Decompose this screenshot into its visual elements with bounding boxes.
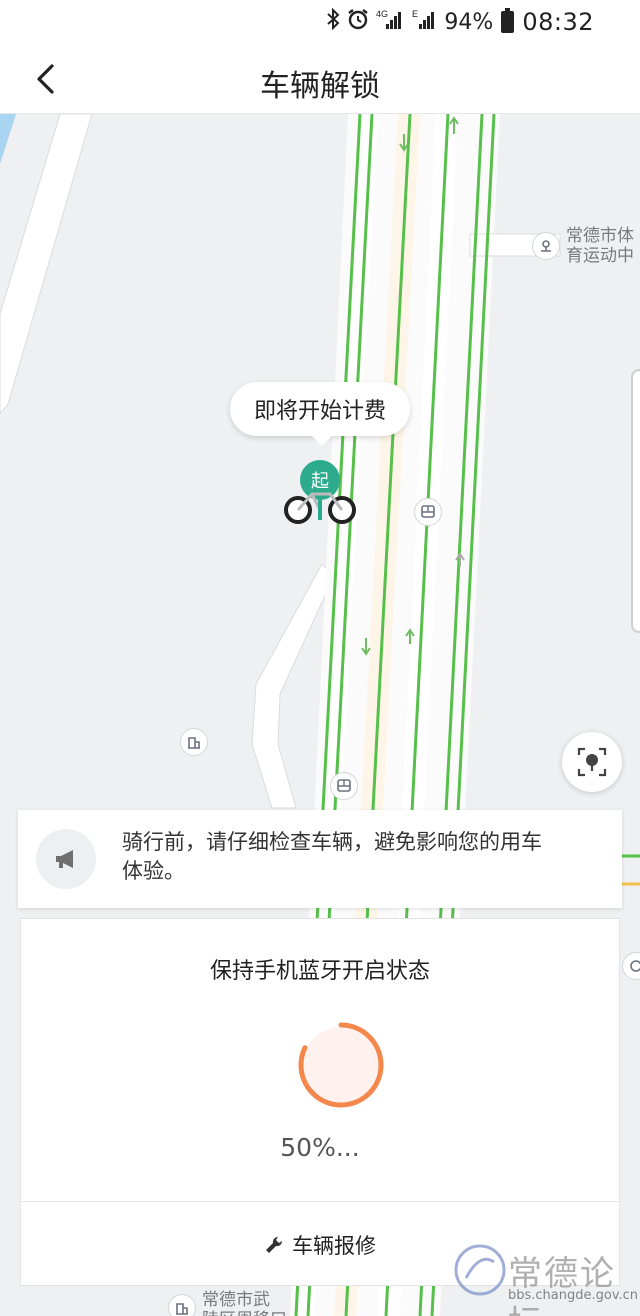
poi-label-sports-center: 常德市体 育运动中 (566, 226, 634, 266)
building-icon (188, 737, 200, 749)
billing-bubble: 即将开始计费 (230, 382, 410, 446)
svg-text:E: E (412, 9, 418, 19)
watermark-url: bbs.changde.gov.cn (508, 1288, 639, 1303)
sports-icon (630, 960, 640, 972)
progress-ring (298, 1022, 384, 1108)
bluetooth-icon (326, 7, 340, 36)
nav-bar: 车辆解锁 (0, 44, 640, 114)
bus-icon (337, 779, 351, 792)
poi-sports-icon[interactable] (532, 232, 560, 260)
bus-stop-icon-2[interactable] (330, 772, 358, 800)
watermark-title: 常德论坛 (508, 1254, 616, 1316)
status-bar: 4G E 94% 08:32 (0, 0, 640, 44)
bus-icon (421, 505, 435, 518)
sports-icon (541, 240, 551, 252)
status-time: 08:32 (522, 8, 594, 36)
battery-percent: 94% (444, 9, 494, 35)
poi-label-wuling: 常德市武 陵区周移口 (202, 1290, 287, 1316)
building-icon (176, 1303, 188, 1315)
notice-card: 骑行前，请仔细检查车辆，避免影响您的用车体验。 (18, 810, 622, 908)
signal-icon: 4G (376, 8, 406, 36)
bike-icon[interactable] (282, 480, 358, 524)
svg-text:4G: 4G (376, 9, 388, 19)
forum-logo-icon (454, 1244, 506, 1296)
alarm-icon (346, 7, 370, 37)
repair-label: 车辆报修 (292, 1233, 376, 1258)
unlock-title: 保持手机蓝牙开启状态 (209, 959, 430, 984)
building-poi-icon[interactable] (180, 728, 208, 756)
poi-wuling-icon[interactable] (168, 1294, 196, 1316)
battery-icon (501, 8, 515, 33)
watermark: 常德论坛 bbs.changde.gov.cn (452, 1234, 638, 1316)
side-panel-handle[interactable] (631, 369, 640, 633)
unlock-card: 保持手机蓝牙开启状态 50%... 车辆报修 (20, 918, 620, 1286)
page-title: 车辆解锁 (260, 69, 380, 104)
bus-stop-icon[interactable] (414, 498, 442, 526)
signal-secondary-icon: E (412, 8, 438, 36)
notice-text: 骑行前，请仔细检查车辆，避免影响您的用车体验。 (122, 830, 542, 883)
progress-text: 50%... (280, 1133, 360, 1162)
locate-button[interactable] (562, 732, 622, 792)
megaphone-icon (36, 829, 96, 889)
status-icons: 4G E 94% 08:32 (326, 7, 594, 37)
locate-icon (577, 747, 607, 777)
wrench-icon (266, 1236, 283, 1253)
